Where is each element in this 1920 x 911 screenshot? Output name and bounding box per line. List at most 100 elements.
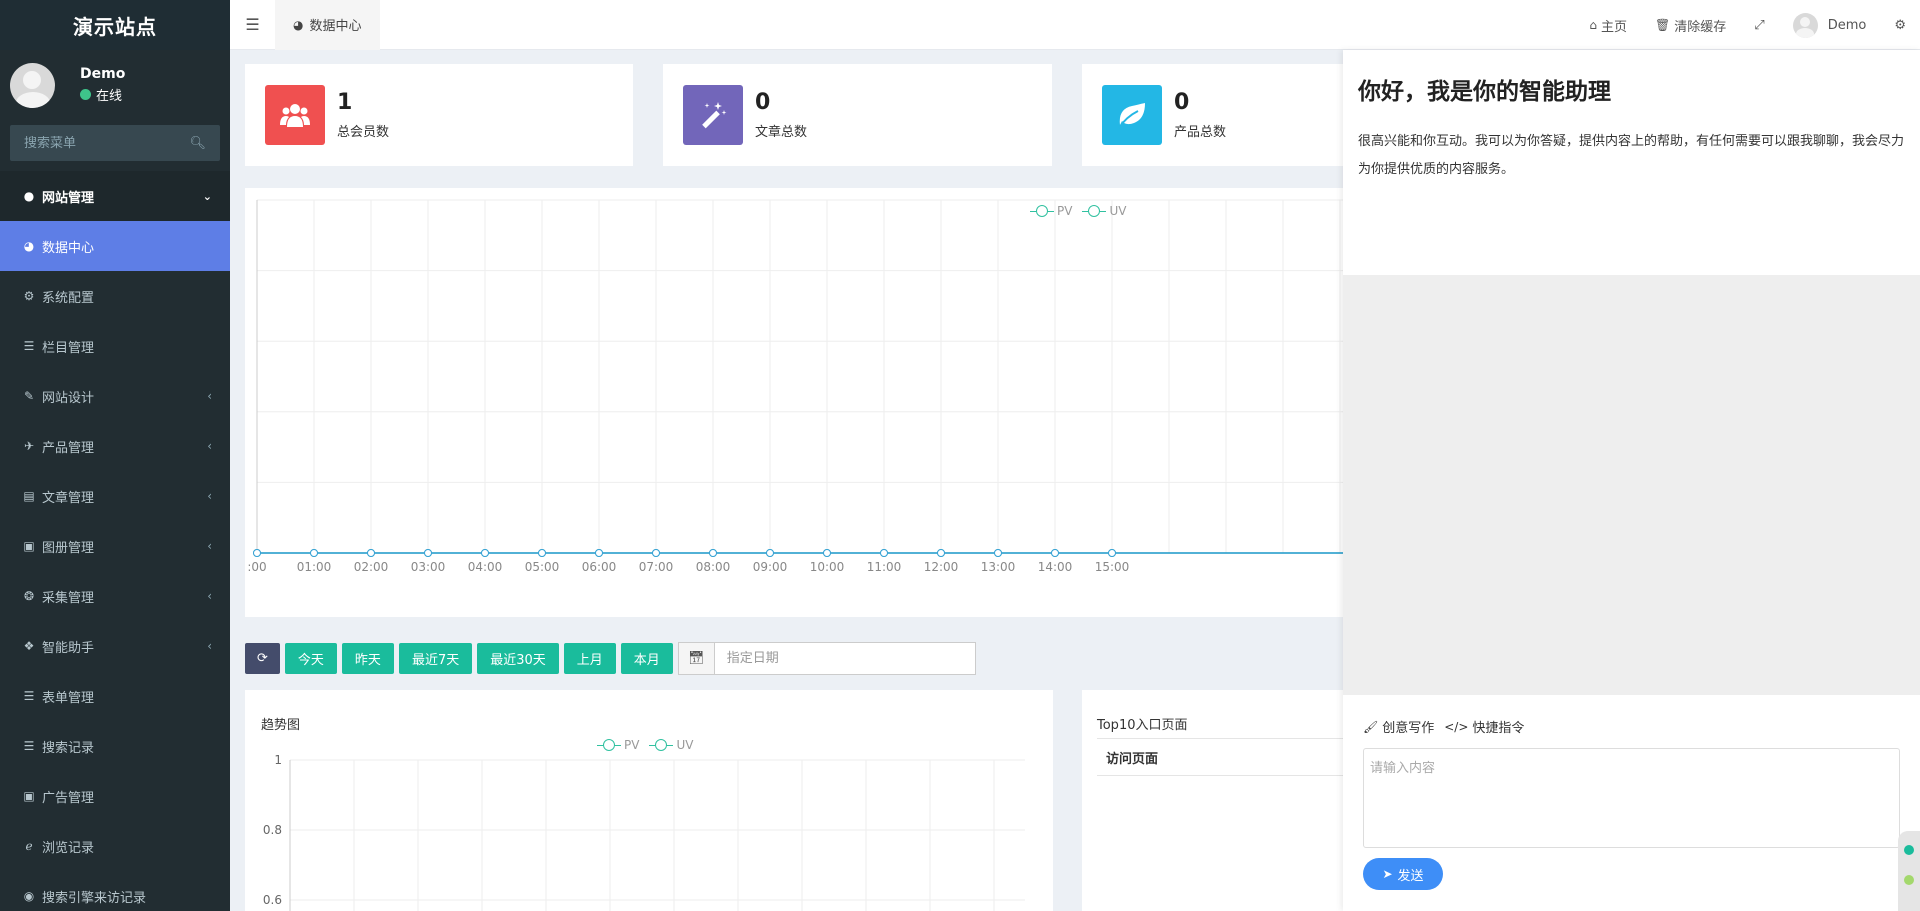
user-status: 在线 (80, 85, 125, 104)
sidebar-item[interactable]: ▣ 广告管理 (0, 771, 230, 821)
fullscreen-button[interactable]: ⤢ (1740, 0, 1778, 50)
image-icon: ▣ (23, 789, 35, 803)
chevron-left-icon: ‹ (207, 589, 212, 603)
trend-chart-panel: 趋势图 PV UV 1 0.8 0.6 (245, 690, 1053, 911)
tab-label: 数据中心 (309, 19, 362, 34)
sidebar-item[interactable]: ❂ 采集管理 ‹ (0, 571, 230, 621)
chevron-left-icon: ‹ (207, 539, 212, 553)
list-icon: ☰ (23, 739, 35, 753)
newspaper-icon: ▤ (23, 489, 35, 503)
data-point (595, 549, 603, 557)
sidebar-item-label: 数据中心 (42, 240, 95, 256)
sidebar-item-label: 搜索记录 (42, 740, 95, 756)
code-icon: </> (1444, 719, 1469, 734)
data-point (709, 549, 717, 557)
y-tick-label: 1 (274, 753, 282, 767)
legend-line-icon (597, 739, 621, 751)
legend-item-uv[interactable]: UV (649, 738, 693, 752)
side-widget[interactable] (1898, 831, 1920, 911)
refresh-icon: ⟳ (257, 651, 268, 666)
x-tick-label: :00 (247, 560, 266, 574)
x-tick-label: 10:00 (810, 560, 845, 574)
sidebar-item-label: 智能助手 (42, 640, 95, 656)
legend-item-pv[interactable]: PV (1030, 204, 1072, 218)
refresh-button[interactable]: ⟳ (245, 643, 280, 674)
stat-card-members: 1 总会员数 (245, 64, 633, 166)
user-menu[interactable]: Demo (1779, 0, 1881, 50)
clear-cache-button[interactable]: 🗑︎ 清除缓存 (1641, 0, 1740, 50)
user-panel: Demo 在线 (0, 50, 230, 120)
sidebar-item[interactable]: ☰ 栏目管理 (0, 321, 230, 371)
expand-icon: ⤢ (1754, 17, 1765, 33)
sidebar-item[interactable]: ✎ 网站设计 ‹ (0, 371, 230, 421)
sidebar: 演示站点 Demo 在线 🔍︎ ● 网站管理 ⌄ ◕ 数据中心 ⚙︎ 系统配置 ☰ 栏目管理 ✎ 网… (0, 0, 230, 911)
creative-writing-button[interactable]: 🖌︎ 创意写作 (1363, 717, 1434, 737)
sidebar-item[interactable]: ❖ 智能助手 ‹ (0, 621, 230, 671)
online-dot-icon (80, 89, 91, 100)
assistant-drawer: 你好，我是你的智能助理 很高兴能和你互动。我可以为你答疑，提供内容上的帮助，有任… (1343, 50, 1920, 911)
list-icon: ☰ (23, 339, 35, 353)
sidebar-item[interactable]: ◕ 数据中心 (0, 221, 230, 271)
sidebar-item[interactable]: ▤ 文章管理 ‹ (0, 471, 230, 521)
search-icon[interactable]: 🔍︎ (189, 136, 206, 151)
tab-data-center[interactable]: ◕ 数据中心 (275, 0, 380, 50)
date-input[interactable] (714, 643, 975, 674)
legend-label: UV (1109, 204, 1127, 218)
ie-icon: ℯ (25, 839, 33, 853)
site-logo[interactable]: 演示站点 (0, 0, 230, 50)
settings-button[interactable]: ⚙︎ (1880, 0, 1920, 50)
data-point (424, 549, 432, 557)
legend-item-pv[interactable]: PV (597, 738, 639, 752)
sidebar-item[interactable]: ▣ 图册管理 ‹ (0, 521, 230, 571)
assistant-tools: 🖌︎ 创意写作 </> 快捷指令 (1363, 717, 1900, 737)
filter-button[interactable]: 今天 (284, 643, 337, 674)
sidebar-item-label: 系统配置 (42, 290, 95, 306)
plane-icon: ✈︎ (23, 439, 35, 453)
sidebar-item-label: 产品管理 (42, 440, 95, 456)
cogs-icon: ⚙︎ (23, 289, 35, 303)
x-tick-label: 14:00 (1038, 560, 1073, 574)
data-point (766, 549, 774, 557)
x-tick-label: 04:00 (468, 560, 503, 574)
legend-item-uv[interactable]: UV (1082, 204, 1126, 218)
sidebar-item[interactable]: ☰ 搜索记录 (0, 721, 230, 771)
sidebar-item[interactable]: ℯ 浏览记录 (0, 821, 230, 871)
sidebar-item[interactable]: ● 网站管理 ⌄ (0, 171, 230, 221)
quick-commands-button[interactable]: </> 快捷指令 (1444, 717, 1524, 737)
sidebar-item[interactable]: ⚙︎ 系统配置 (0, 271, 230, 321)
assistant-intro: 很高兴能和你互动。我可以为你答疑，提供内容上的帮助，有任何需要可以跟我聊聊，我会… (1358, 134, 1905, 177)
sidebar-item[interactable]: ☰ 表单管理 (0, 671, 230, 721)
x-tick-label: 12:00 (924, 560, 959, 574)
date-picker: 📅︎ (677, 642, 976, 675)
x-tick-label: 06:00 (582, 560, 617, 574)
chevron-left-icon: ‹ (207, 639, 212, 653)
filter-button[interactable]: 上月 (563, 643, 616, 674)
trash-icon: 🗑︎ (1655, 18, 1671, 32)
chat-input[interactable] (1363, 748, 1900, 848)
filter-button[interactable]: 本月 (620, 643, 673, 674)
topbar-user-name: Demo (1827, 17, 1867, 33)
menu-search-input[interactable] (24, 135, 184, 151)
menu-toggle-icon[interactable]: ☰ (230, 0, 275, 50)
home-link[interactable]: ⌂ 主页 (1575, 0, 1641, 50)
x-tick-label: 08:00 (696, 560, 731, 574)
chrome-icon: ◉ (23, 889, 35, 903)
calendar-icon[interactable]: 📅︎ (678, 643, 715, 674)
list-icon: ☰ (23, 689, 35, 703)
date-filter-bar: ⟳ 今天 昨天 最近7天 最近30天 上月 本月 📅︎ (245, 642, 976, 675)
filter-button[interactable]: 昨天 (341, 643, 394, 674)
sidebar-item[interactable]: ✈︎ 产品管理 ‹ (0, 421, 230, 471)
x-tick-label: 07:00 (639, 560, 674, 574)
filter-button[interactable]: 最近7天 (398, 643, 473, 674)
avatar (1792, 12, 1818, 38)
legend-label: PV (624, 738, 640, 752)
legend-line-icon (649, 739, 674, 751)
send-button[interactable]: ➤ 发送 (1363, 858, 1443, 890)
sidebar-item[interactable]: ◉ 搜索引擎来访记录 (0, 871, 230, 911)
stat-value: 0 (755, 90, 771, 115)
data-point (1108, 549, 1116, 557)
x-tick-label: 09:00 (753, 560, 788, 574)
filter-button[interactable]: 最近30天 (477, 643, 559, 674)
data-point (1051, 549, 1059, 557)
x-tick-label: 11:00 (867, 560, 902, 574)
